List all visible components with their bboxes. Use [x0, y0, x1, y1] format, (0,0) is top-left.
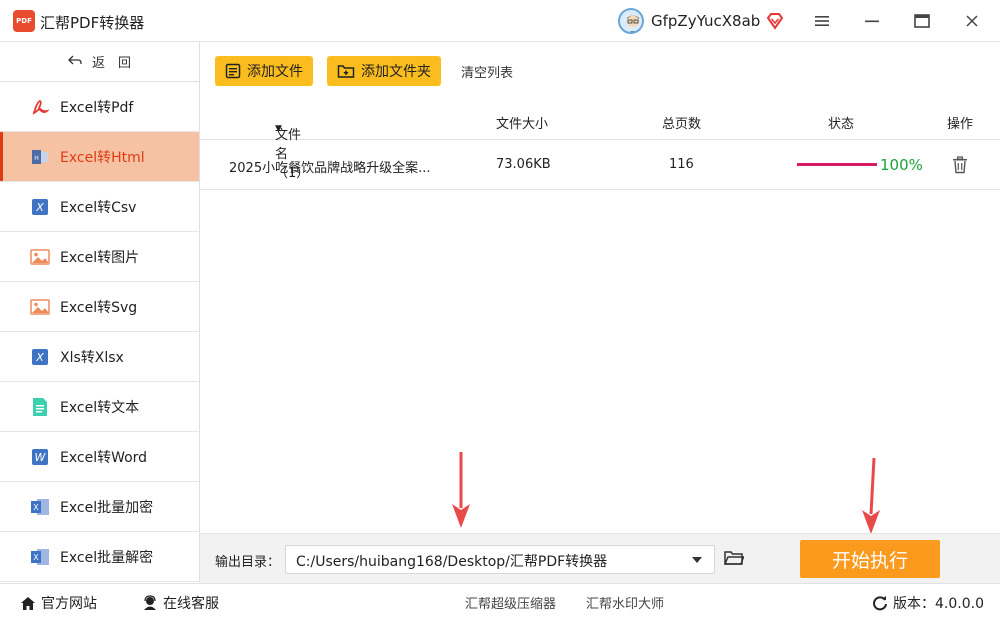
minimize-icon[interactable] — [858, 8, 886, 34]
html-icon: H — [30, 147, 50, 167]
maximize-icon[interactable] — [908, 8, 936, 34]
sidebar-item-excel-to-image[interactable]: Excel转图片 — [0, 232, 199, 282]
progress-bar — [797, 163, 877, 166]
progress-percent: 100% — [880, 156, 923, 174]
pdf-icon — [30, 97, 50, 117]
sidebar-item-label: Excel转Pdf — [60, 99, 134, 116]
trash-icon[interactable] — [952, 156, 968, 178]
compressor-link[interactable]: 汇帮超级压缩器 — [465, 593, 556, 612]
excel-icon: X — [30, 347, 50, 367]
sidebar-item-excel-batch-encrypt[interactable]: X Excel批量加密 — [0, 482, 199, 532]
version-label: 版本：4.0.0.0 — [893, 596, 984, 612]
sidebar-item-excel-to-csv[interactable]: X Excel转Csv — [0, 182, 199, 232]
back-button[interactable]: 返 回 — [0, 42, 199, 82]
word-icon: W — [30, 447, 50, 467]
add-file-button[interactable]: 添加文件 — [215, 56, 313, 86]
watermark-link[interactable]: 汇帮水印大师 — [586, 593, 664, 612]
refresh-icon — [873, 596, 887, 611]
page-count: 116 — [669, 157, 694, 172]
excel-icon: X — [30, 197, 50, 217]
sidebar-item-excel-to-word[interactable]: W Excel转Word — [0, 432, 199, 482]
column-header-status: 状态 — [828, 117, 855, 132]
sidebar-item-excel-to-text[interactable]: Excel转文本 — [0, 382, 199, 432]
back-label: 返 回 — [91, 56, 131, 71]
excel-unlock-icon: X — [30, 547, 50, 567]
svg-text:X: X — [35, 351, 44, 364]
sidebar-item-excel-to-svg[interactable]: Excel转Svg — [0, 282, 199, 332]
chevron-down-icon — [692, 557, 702, 563]
online-support-link[interactable]: 在线客服 — [142, 593, 219, 613]
output-directory-label: 输出目录： — [215, 555, 281, 570]
table-row[interactable]: 2025小吃餐饮品牌战略升级全案... 73.06KB 116 100% — [200, 141, 1000, 190]
column-header-action: 操作 — [947, 117, 974, 132]
open-folder-icon[interactable] — [723, 550, 745, 570]
version-info[interactable]: 版本：4.0.0.0 — [872, 593, 984, 613]
add-folder-icon — [337, 65, 355, 78]
sidebar-item-label: Excel转图片 — [60, 249, 140, 266]
sidebar: 返 回 Excel转Pdf H Excel转Html X Excel转Csv E… — [0, 42, 200, 582]
sidebar-item-label: Excel转文本 — [60, 399, 140, 416]
image-icon — [30, 247, 50, 267]
add-file-label: 添加文件 — [247, 64, 303, 80]
vip-diamond-icon[interactable] — [765, 11, 785, 31]
annotation-arrow-output — [450, 452, 472, 534]
username[interactable]: GfpZyYucX8ab — [651, 12, 760, 30]
close-icon[interactable] — [958, 8, 986, 34]
start-button[interactable]: 开始执行 — [800, 540, 940, 578]
file-table-header: ▼ 文件名（1） 文件大小 总页数 状态 操作 — [200, 102, 1000, 181]
svg-text:X: X — [35, 201, 44, 214]
sidebar-item-label: Excel转Svg — [60, 299, 138, 316]
sidebar-item-label: Excel批量解密 — [60, 549, 154, 566]
image-icon — [30, 297, 50, 317]
svg-text:W: W — [35, 451, 47, 464]
home-icon — [21, 596, 35, 610]
sidebar-item-excel-to-pdf[interactable]: Excel转Pdf — [0, 82, 199, 132]
sidebar-item-excel-batch-decrypt[interactable]: X Excel批量解密 — [0, 532, 199, 582]
text-file-icon — [30, 397, 50, 417]
sidebar-item-label: Excel批量加密 — [60, 499, 154, 516]
back-arrow-icon — [68, 54, 82, 70]
clear-list-button[interactable]: 清空列表 — [461, 62, 513, 81]
official-website-label: 官方网站 — [41, 596, 97, 612]
sidebar-item-excel-to-html[interactable]: H Excel转Html — [0, 132, 199, 182]
svg-text:H: H — [34, 155, 39, 162]
annotation-arrow-start — [860, 457, 882, 540]
output-bar: 输出目录： C:/Users/huibang168/Desktop/汇帮PDF转… — [200, 533, 1000, 583]
column-header-size: 文件大小 — [496, 117, 549, 132]
column-header-pages: 总页数 — [662, 117, 702, 132]
footer: 官方网站 在线客服 汇帮超级压缩器 汇帮水印大师 版本：4.0.0.0 — [0, 583, 1000, 617]
title-bar: PDF 汇帮PDF转换器 GfpZyYucX8ab — [0, 0, 1000, 42]
file-size: 73.06KB — [496, 157, 551, 172]
app-title: 汇帮PDF转换器 — [40, 14, 145, 32]
sidebar-item-label: Excel转Html — [60, 149, 145, 166]
toolbar: 添加文件 添加文件夹 清空列表 — [200, 42, 1000, 102]
output-path-select[interactable]: C:/Users/huibang168/Desktop/汇帮PDF转换器 — [285, 545, 715, 574]
app-logo: PDF — [13, 10, 35, 32]
add-folder-label: 添加文件夹 — [361, 64, 431, 80]
sidebar-item-label: Xls转Xlsx — [60, 349, 124, 366]
svg-text:X: X — [33, 553, 39, 562]
file-name: 2025小吃餐饮品牌战略升级全案... — [229, 161, 431, 176]
sidebar-item-label: Excel转Word — [60, 449, 148, 466]
add-folder-button[interactable]: 添加文件夹 — [327, 56, 441, 86]
excel-lock-icon: X — [30, 497, 50, 517]
menu-icon[interactable] — [808, 8, 836, 34]
headset-icon — [144, 595, 156, 610]
official-website-link[interactable]: 官方网站 — [20, 593, 97, 613]
sidebar-item-xls-to-xlsx[interactable]: X Xls转Xlsx — [0, 332, 199, 382]
output-path-value: C:/Users/huibang168/Desktop/汇帮PDF转换器 — [296, 554, 608, 570]
add-file-icon — [225, 63, 241, 79]
sidebar-item-label: Excel转Csv — [60, 199, 137, 216]
user-avatar[interactable] — [618, 8, 644, 34]
online-support-label: 在线客服 — [163, 596, 219, 612]
svg-text:X: X — [33, 503, 39, 512]
